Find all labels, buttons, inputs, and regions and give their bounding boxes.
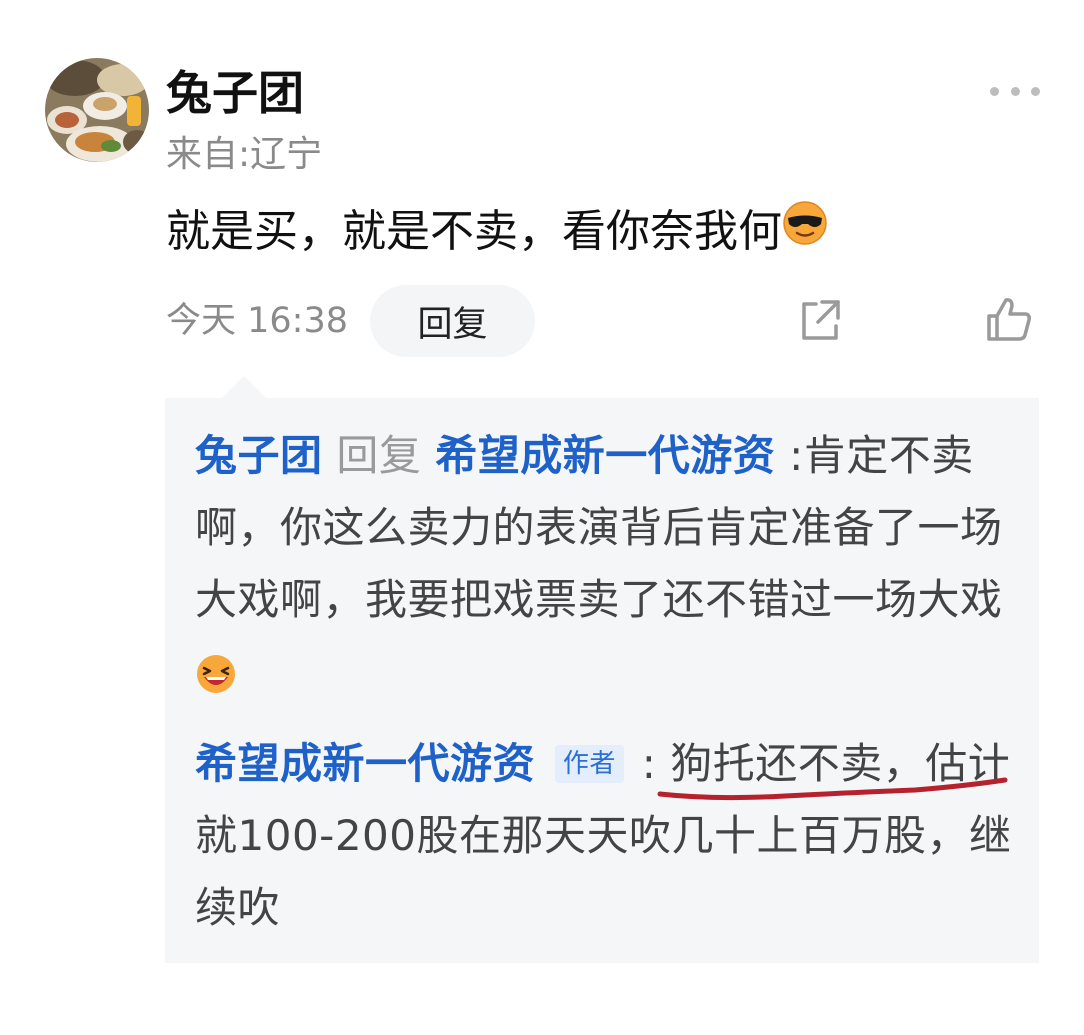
dot [990,86,999,96]
reply-target[interactable]: 希望成新一代游资 [435,431,775,480]
comment-location: 来自:辽宁 [166,134,323,175]
comment-time: 今天 16:38 [166,301,348,341]
reply-separator: : [641,739,657,788]
comment-username[interactable]: 兔子团 [166,62,304,124]
reply-button[interactable]: 回复 [370,285,535,357]
avatar[interactable] [45,58,149,162]
more-dots-icon[interactable] [990,78,1040,104]
reply-author[interactable]: 希望成新一代游资 [195,739,535,788]
reply-item[interactable]: 兔子团 回复 希望成新一代游资 :肯定不卖啊，你这么卖力的表演背后肯定准备了一场… [195,420,1015,711]
comment-text: 就是买，就是不卖，看你奈我何 [166,206,782,257]
replies-caret [222,376,266,398]
reply-separator: : [789,431,804,480]
sunglasses-emoji-icon [782,200,828,264]
replies-box: 兔子团 回复 希望成新一代游资 :肯定不卖啊，你这么卖力的表演背后肯定准备了一场… [165,398,1039,963]
share-icon[interactable] [796,296,844,344]
dot [1010,86,1020,96]
comment-content: 就是买，就是不卖，看你奈我何 [166,200,828,264]
avatar-food-image [45,58,149,162]
dot [1031,86,1040,96]
author-badge: 作者 [554,745,624,783]
reply-word: 回复 [336,431,422,480]
reply-item[interactable]: 希望成新一代游资 作者 : 狗托还不卖，估计就100-200股在那天天吹几十上百… [195,728,1015,944]
laughing-emoji-icon [195,639,237,711]
reply-author[interactable]: 兔子团 [195,431,323,480]
thumbs-up-icon[interactable] [984,294,1034,344]
